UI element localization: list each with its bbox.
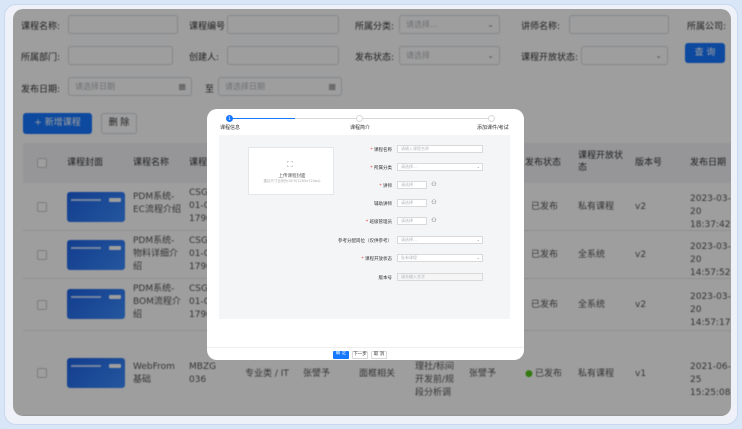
field-class-admin-label: * 班级管理员 [366, 219, 392, 225]
course-name-field[interactable]: 请输入课程名称 [397, 145, 483, 153]
step-1-label: 课程信息 [220, 125, 241, 131]
field-open-status-label: * 课程开放状态 [361, 256, 392, 262]
field-version-label: 版本号 [379, 275, 393, 281]
field-label-text: 课程开放状态 [365, 257, 392, 262]
field-instructor-label: * 讲师 [379, 183, 392, 189]
field-placeholder: 请先输入名字 [401, 274, 425, 279]
field-placeholder: 请输入课程名称 [401, 146, 429, 151]
field-label-text: 辅助讲师 [374, 202, 392, 207]
field-placeholder: 请选择... [401, 237, 417, 242]
field-assistant-label: 辅助讲师 [374, 201, 392, 207]
field-label-text: 版本号 [378, 276, 393, 281]
reference-post-field[interactable]: 请选择... ⌄ [397, 236, 483, 244]
chevron-down-icon: ⌄ [476, 237, 480, 242]
add-course-modal: 1 课程信息 课程简介 添加课件/考试 ⛶ 上传课程封面 建议尺寸比例为16:9… [207, 109, 524, 360]
field-label-text: 课程名称 [374, 148, 392, 153]
field-label-text: 讲师 [383, 184, 392, 189]
open-status-field[interactable]: 私有课程 ⌄ [397, 254, 483, 262]
user-picker-icon[interactable]: ⚇ [430, 217, 438, 225]
modal-footer: 确 定 下一步 取 消 [207, 347, 524, 360]
field-category-label: * 所属分类 [370, 165, 392, 171]
step-2-label: 课程简介 [350, 125, 371, 131]
field-placeholder: 私有课程 [401, 255, 417, 260]
field-placeholder: 请选择... [401, 164, 417, 169]
upload-hint: 建议尺寸比例为16:9(1280x720px) [263, 179, 321, 183]
class-admin-field[interactable]: 请选择 [397, 217, 427, 225]
image-icon: ⛶ [287, 160, 293, 169]
user-picker-icon[interactable]: ⚇ [430, 181, 438, 189]
field-reference-post-label: 参考分配岗位（仅供参考） [338, 238, 392, 244]
field-label-text: 所属分类 [374, 166, 392, 171]
assistant-instructor-field[interactable]: 请选择 [397, 199, 427, 207]
category-field[interactable]: 请选择... ⌄ [397, 163, 483, 171]
step-3-label: 添加课件/考试 [477, 125, 509, 131]
field-label-text: 参考分配岗位（仅供参考） [338, 239, 392, 244]
field-placeholder: 请选择 [401, 218, 413, 223]
step-3-dot [488, 115, 495, 122]
modal-body: ⛶ 上传课程封面 建议尺寸比例为16:9(1280x720px) * 课程名称 … [219, 135, 510, 319]
user-picker-icon[interactable]: ⚇ [430, 199, 438, 207]
field-course-name-label: * 课程名称 [370, 147, 392, 153]
field-placeholder: 请选择 [401, 200, 413, 205]
confirm-button[interactable]: 确 定 [333, 351, 349, 359]
step-2-dot [356, 115, 363, 122]
instructor-field[interactable]: 请选择 [397, 181, 427, 189]
cancel-button[interactable]: 取 消 [371, 351, 387, 359]
next-step-button[interactable]: 下一步 [352, 351, 368, 359]
chevron-down-icon: ⌄ [476, 255, 480, 260]
version-field[interactable]: 请先输入名字 [397, 273, 483, 281]
step-line-inactive [295, 118, 495, 119]
step-indicator: 1 课程信息 课程简介 添加课件/考试 [207, 109, 524, 133]
field-placeholder: 请选择 [401, 182, 413, 187]
chevron-down-icon: ⌄ [476, 164, 480, 169]
field-label-text: 班级管理员 [369, 220, 393, 225]
cover-upload-area[interactable]: ⛶ 上传课程封面 建议尺寸比例为16:9(1280x720px) [248, 147, 334, 195]
step-1-dot: 1 [226, 115, 233, 122]
step-line-active [231, 118, 295, 119]
